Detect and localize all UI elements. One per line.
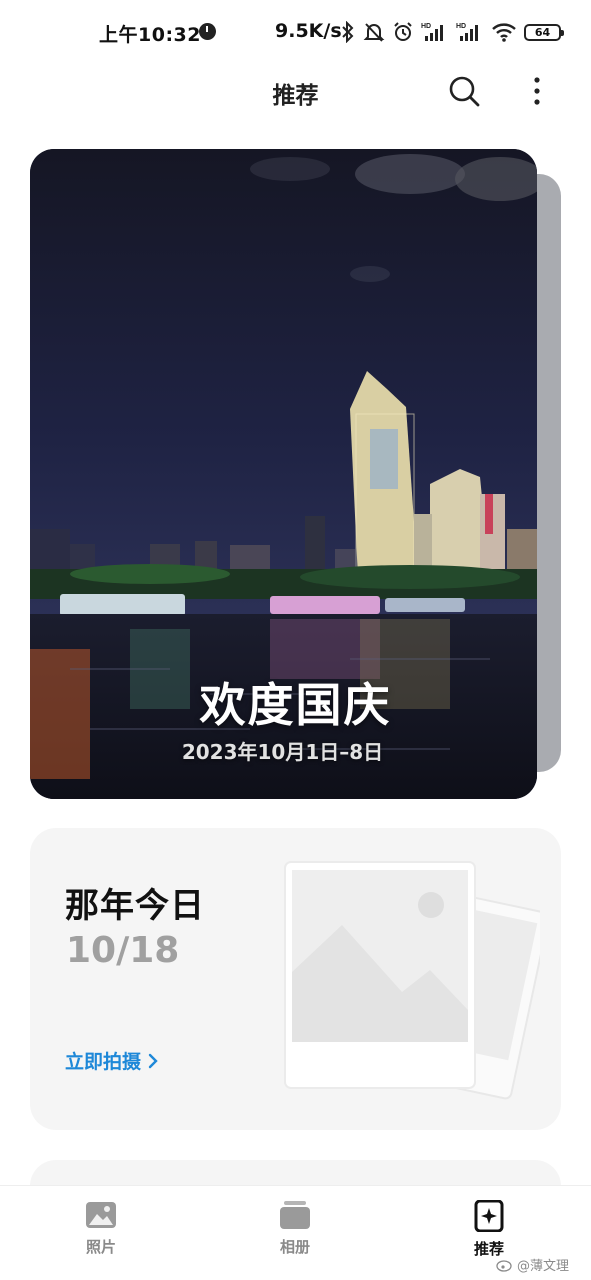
battery-icon: 64 <box>524 23 564 41</box>
nav-label-photos: 照片 <box>85 1238 116 1256</box>
alarm-icon <box>394 22 412 41</box>
status-bar: 上午10:32 9.5K/s HD HD 64 <box>0 0 591 62</box>
photo-placeholder-illustration <box>284 861 540 1100</box>
take-photo-link[interactable]: 立即拍摄 <box>65 1047 159 1074</box>
memory-date-range: 2023年10月1日–8日 <box>181 740 384 764</box>
wifi-icon <box>492 23 516 42</box>
more-vertical-icon <box>534 77 540 105</box>
on-this-day-title: 那年今日 <box>65 886 205 926</box>
page-title: 推荐 <box>272 83 319 109</box>
signal-hd-icon: HD <box>421 23 443 41</box>
weibo-icon <box>496 1259 512 1272</box>
status-icons: HD HD 64 <box>340 18 564 46</box>
photos-icon <box>86 1202 116 1228</box>
memory-title: 欢度国庆 <box>199 678 392 732</box>
search-icon <box>449 76 480 107</box>
albums-icon <box>280 1201 310 1229</box>
chevron-right-icon <box>148 1053 158 1068</box>
network-speed: 9.5K/s <box>275 20 342 42</box>
recommend-sparkle-icon <box>474 1200 504 1232</box>
take-photo-label: 立即拍摄 <box>65 1051 142 1073</box>
svg-text:HD: HD <box>456 23 466 30</box>
clock-app-icon <box>199 23 216 40</box>
nav-tab-albums[interactable]: 相册 <box>245 1200 345 1270</box>
bluetooth-icon <box>342 21 354 43</box>
mute-icon <box>363 23 385 42</box>
signal-hd-icon: HD <box>456 23 478 41</box>
watermark-text: @薄文理 <box>517 1259 570 1274</box>
search-button[interactable] <box>445 72 485 112</box>
status-time: 上午10:32 <box>99 24 201 46</box>
nav-label-albums: 相册 <box>279 1238 310 1256</box>
on-this-day-date: 10/18 <box>66 930 180 971</box>
watermark: @薄文理 <box>496 1255 569 1274</box>
svg-text:HD: HD <box>421 23 431 30</box>
nav-tab-photos[interactable]: 照片 <box>51 1200 151 1270</box>
more-options-button[interactable] <box>522 72 552 112</box>
